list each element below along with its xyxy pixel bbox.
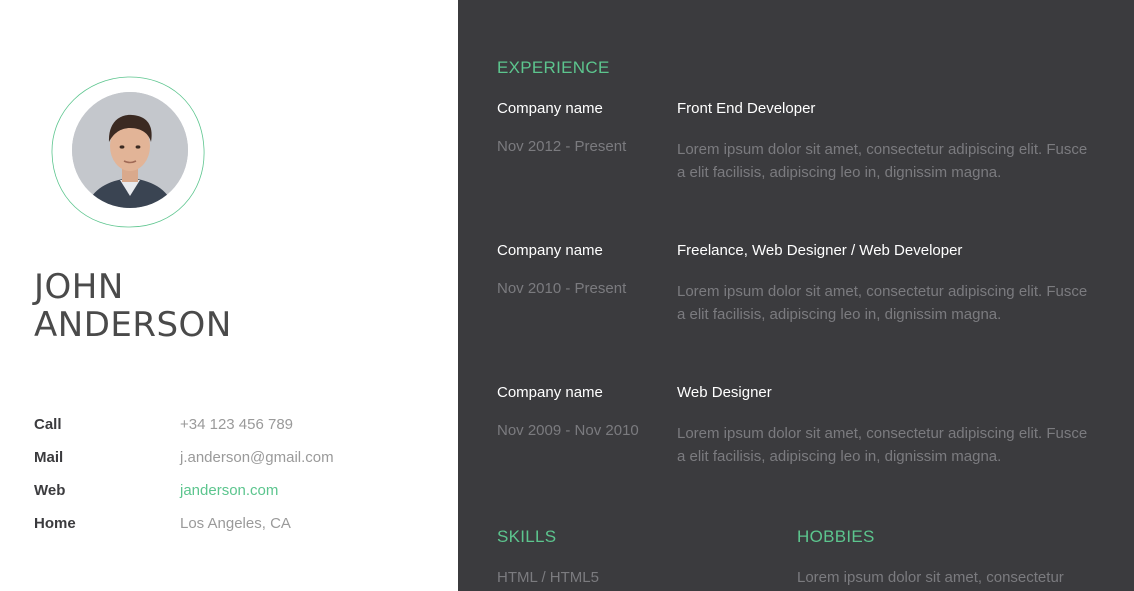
person-portrait-icon (72, 92, 188, 208)
job-role: Freelance, Web Designer / Web Developer (677, 242, 963, 259)
job-dates: Nov 2012 - Present (497, 138, 627, 155)
job-dates: Nov 2009 - Nov 2010 (497, 422, 639, 439)
job-dates: Nov 2010 - Present (497, 280, 627, 297)
company-name: Company name (497, 384, 603, 401)
job-role: Front End Developer (677, 100, 816, 117)
profile-name: JOHN ANDERSON (34, 268, 232, 344)
contact-label: Home (34, 515, 76, 532)
job-description: Lorem ipsum dolor sit amet, consectetur … (677, 283, 1088, 323)
contact-label: Call (34, 416, 62, 433)
skills-title: SKILLS (497, 527, 557, 546)
skill-item: HTML / HTML5 (497, 569, 599, 586)
contact-label: Web (34, 482, 66, 499)
location-value: Los Angeles, CA (180, 515, 291, 532)
email-value: j.anderson@gmail.com (180, 449, 334, 466)
contact-label: Mail (34, 449, 64, 466)
phone-value: +34 123 456 789 (180, 416, 294, 433)
job-description: Lorem ipsum dolor sit amet, consectetur … (677, 141, 1088, 181)
company-name: Company name (497, 242, 603, 259)
last-name: ANDERSON (34, 305, 232, 345)
hobbies-title: HOBBIES (797, 527, 875, 546)
profile-sidebar: JOHN ANDERSON Call +34 123 456 789 Mail … (0, 0, 458, 591)
experience-title: EXPERIENCE (497, 58, 610, 77)
first-name: JOHN (34, 267, 124, 307)
hobbies-text: Lorem ipsum dolor sit amet, consectetur (797, 569, 1064, 586)
company-name: Company name (497, 100, 603, 117)
resume-content-panel: EXPERIENCE Company name Front End Develo… (458, 0, 1134, 591)
job-role: Web Designer (677, 384, 772, 401)
avatar (72, 92, 188, 208)
job-description: Lorem ipsum dolor sit amet, consectetur … (677, 425, 1088, 465)
website-link[interactable]: janderson.com (180, 482, 278, 499)
